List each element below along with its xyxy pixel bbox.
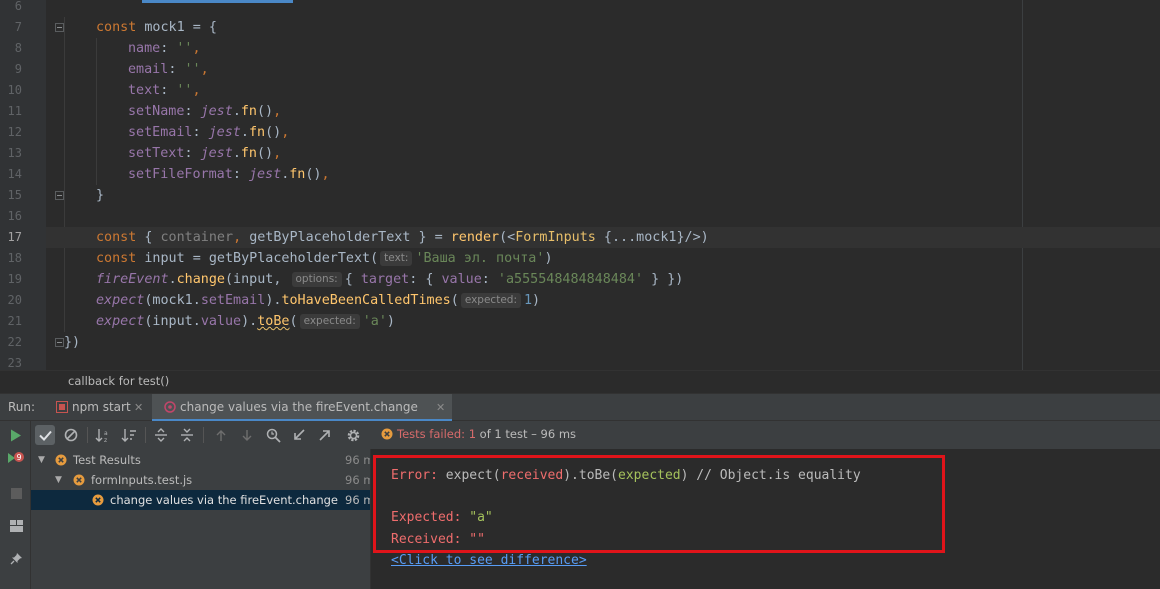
- tree-node-test-case[interactable]: change values via the fireEvent.change m…: [31, 490, 370, 510]
- close-icon[interactable]: ✕: [134, 394, 143, 421]
- code-line: setText: jest.fn(),: [128, 146, 282, 161]
- expected-line: Expected: "a": [391, 510, 493, 525]
- breadcrumb-item[interactable]: callback for test(): [68, 374, 169, 388]
- stop-icon[interactable]: [7, 484, 25, 502]
- test-duration: 96 ms: [345, 453, 370, 467]
- tree-node-label: formInputs.test.js: [91, 473, 193, 487]
- run-label: Run:: [8, 400, 36, 414]
- tree-node-test-results[interactable]: ▼ Test Results 96 ms: [31, 450, 370, 470]
- play-icon[interactable]: [7, 426, 25, 444]
- failed-test-icon: [381, 428, 393, 440]
- chevron-down-icon[interactable]: ▼: [38, 450, 45, 470]
- failed-test-icon: [55, 454, 67, 466]
- test-runner-toolbar: az Tests failed: 1 of 1 test – 96 ms: [31, 421, 1160, 449]
- test-output-console[interactable]: Error: expect(received).toBe(expected) /…: [371, 449, 1160, 589]
- code-line: const input = getByPlaceholderText(text:…: [96, 251, 553, 266]
- chevron-down-icon[interactable]: ▼: [55, 470, 62, 490]
- tab-npm-start[interactable]: npm start ✕: [40, 394, 146, 421]
- toolbar-separator: [87, 427, 88, 443]
- sort-alphabetically-icon[interactable]: az: [93, 425, 113, 445]
- tab-label: npm start: [72, 400, 131, 414]
- failed-test-icon: [73, 474, 85, 486]
- arrow-down-icon[interactable]: [237, 425, 257, 445]
- breadcrumb: callback for test(): [0, 370, 1160, 393]
- rerun-failed-icon[interactable]: 9: [7, 450, 25, 468]
- code-line: name: '',: [128, 41, 201, 56]
- export-icon[interactable]: [315, 425, 335, 445]
- test-duration: 96 ms: [345, 493, 370, 507]
- jest-icon: [164, 401, 176, 413]
- test-duration: 96 ms: [345, 473, 370, 487]
- code-line: fireEvent.change(input, options:{ target…: [96, 272, 684, 287]
- parameter-hint: expected:: [299, 314, 360, 329]
- cancel-circle-icon[interactable]: [61, 425, 81, 445]
- failed-test-icon: [92, 494, 104, 506]
- indent-guide: [64, 17, 65, 332]
- svg-text:9: 9: [16, 453, 21, 462]
- gear-icon[interactable]: [343, 425, 363, 445]
- svg-text:a: a: [104, 430, 108, 437]
- code-line: text: '',: [128, 83, 201, 98]
- received-line: Received: "": [391, 532, 485, 547]
- tree-node-label: Test Results: [73, 453, 141, 467]
- code-line: setName: jest.fn(),: [128, 104, 282, 119]
- expand-all-icon[interactable]: [151, 425, 171, 445]
- run-tool-window-tabs: Run: npm start ✕ change values via the f…: [0, 393, 1160, 441]
- code-line: }): [64, 335, 81, 350]
- code-line: expect(input.value).toBe(expected:'a'): [96, 314, 395, 329]
- tree-node-label: change values via the fireEvent.change m…: [110, 493, 342, 507]
- test-results-tree[interactable]: ▼ Test Results 96 ms ▼ formInputs.test.j…: [31, 449, 371, 589]
- import-icon[interactable]: [289, 425, 309, 445]
- diff-link-line: <Click to see difference>: [391, 553, 587, 568]
- toolbar-separator: [203, 427, 204, 443]
- code-line: setFileFormat: jest.fn(),: [128, 167, 330, 182]
- npm-icon: [56, 401, 68, 413]
- code-editor[interactable]: 6 7 8 9 10 11 12 13 14 15 16 17 18 19 20…: [0, 0, 1160, 370]
- svg-text:z: z: [104, 437, 107, 443]
- code-line: setEmail: jest.fn(),: [128, 125, 290, 140]
- indent-guide: [96, 38, 97, 185]
- checkmark-icon[interactable]: [35, 425, 55, 445]
- toolbar-separator: [145, 427, 146, 443]
- parameter-hint: text:: [380, 251, 413, 266]
- code-line: email: '',: [128, 62, 209, 77]
- tree-node-test-file[interactable]: ▼ formInputs.test.js 96 ms: [31, 470, 370, 490]
- code-line-current: const { container, getByPlaceholderText …: [46, 227, 1160, 248]
- pin-icon[interactable]: [7, 549, 25, 567]
- run-side-toolbar: 9: [0, 421, 31, 589]
- tab-test-run[interactable]: change values via the fireEvent.change m…: [152, 394, 452, 441]
- close-icon[interactable]: ✕: [436, 394, 445, 421]
- history-icon[interactable]: [263, 425, 283, 445]
- layout-icon[interactable]: [7, 517, 25, 535]
- collapse-all-icon[interactable]: [177, 425, 197, 445]
- code-area[interactable]: const mock1 = { name: '', email: '', tex…: [0, 0, 1160, 370]
- parameter-hint: options:: [291, 272, 342, 287]
- code-line: }: [96, 188, 105, 203]
- test-status: Tests failed: 1 of 1 test – 96 ms: [381, 427, 576, 441]
- code-line: const mock1 = {: [96, 20, 217, 35]
- error-message: Error: expect(received).toBe(expected) /…: [391, 468, 861, 483]
- sort-by-duration-icon[interactable]: [119, 425, 139, 445]
- parameter-hint: expected:: [460, 293, 521, 308]
- code-line: expect(mock1.setEmail).toHaveBeenCalledT…: [96, 293, 541, 308]
- arrow-up-icon[interactable]: [211, 425, 231, 445]
- click-to-see-difference-link[interactable]: <Click to see difference>: [391, 553, 587, 568]
